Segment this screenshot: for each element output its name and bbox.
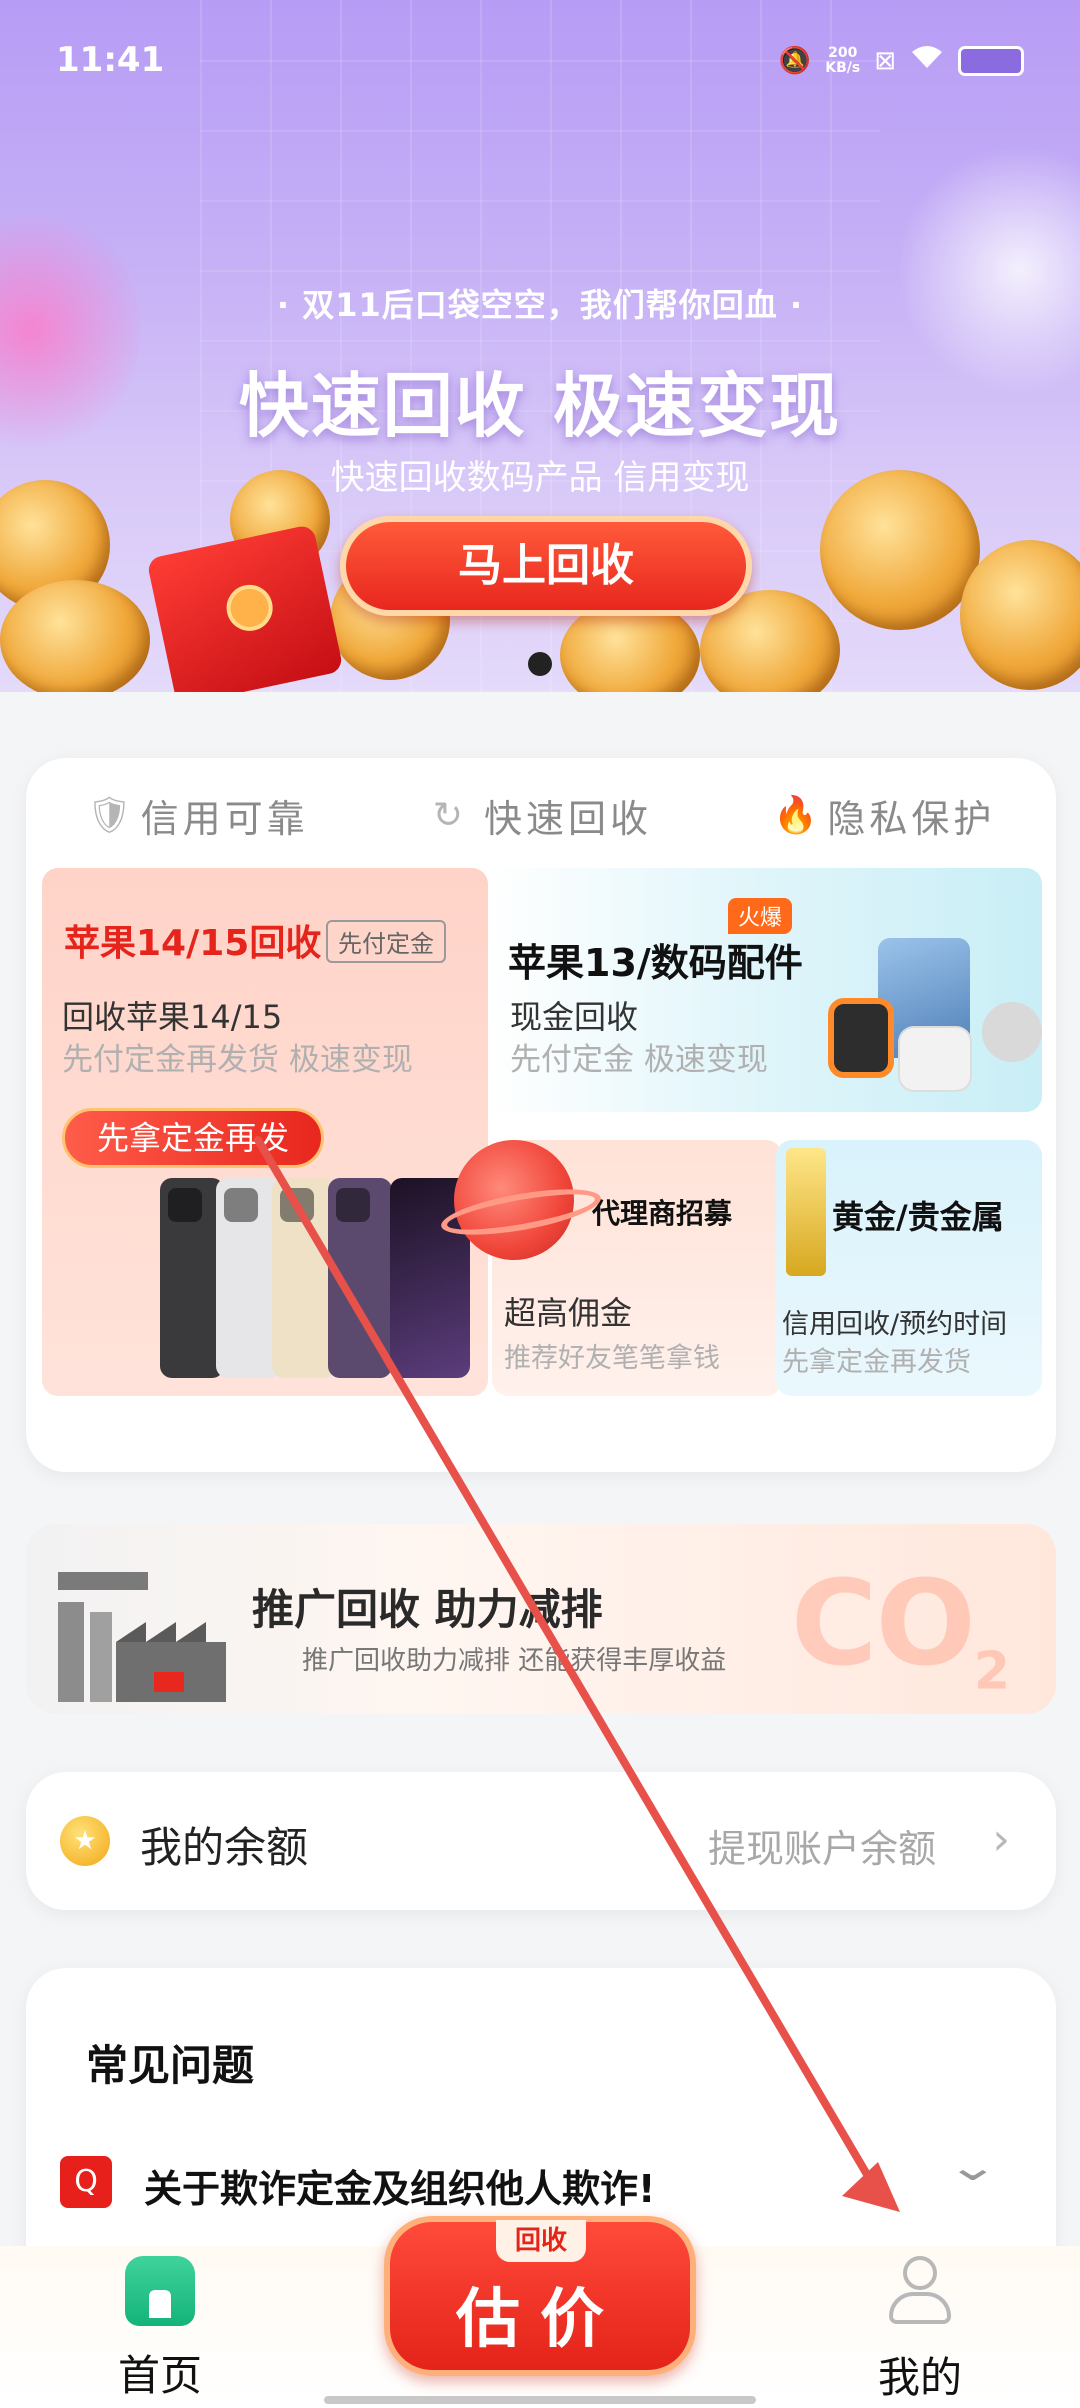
chevron-down-icon[interactable]: ⌄ xyxy=(946,2144,1000,2190)
banner-title: 快速回收 极速变现 xyxy=(238,365,842,447)
planet-mascot-icon xyxy=(454,1140,574,1260)
red-packet-seal xyxy=(222,580,277,636)
refresh-icon: ↻ xyxy=(432,794,468,836)
hero-banner[interactable]: 11:41 🔕 200 KB/s ⊠ · 双11后口袋空空，我们帮你回血 · 快… xyxy=(0,0,1080,692)
network-speed-value: 200 xyxy=(828,44,858,61)
user-icon xyxy=(887,2256,953,2328)
badge-label: 信用可靠 xyxy=(140,797,309,841)
chevron-right-icon: › xyxy=(992,1814,1010,1865)
tile-title: 黄金/贵金属 xyxy=(832,1198,1004,1236)
tile-title: 苹果14/15回收 xyxy=(64,923,322,964)
badge-label: 快速回收 xyxy=(483,797,652,841)
badge-privacy: 🔥 隐私保护 xyxy=(773,788,995,843)
trust-badges: 🛡 信用可靠 ↻ 快速回收 🔥 隐私保护 xyxy=(26,788,1056,843)
tile-line1: 超高佣金 xyxy=(504,1294,633,1332)
tile-title: 代理商招募 xyxy=(592,1197,733,1230)
tile-apple-13-accessories[interactable]: 火爆 苹果13/数码配件 现金回收 先付定金 极速变现 xyxy=(488,868,1042,1112)
red-packet-decoration xyxy=(146,523,344,692)
user-icon-body xyxy=(889,2292,951,2324)
phone-camera xyxy=(336,1188,370,1222)
eco-title: 推广回收 助力减排 xyxy=(252,1585,603,1634)
network-speed-unit: KB/s xyxy=(825,59,861,76)
estimate-top-label: 回收 xyxy=(496,2220,586,2262)
tile-apple-14-15[interactable]: 苹果14/15回收 先付定金 回收苹果14/15 先付定金再发货 极速变现 先拿… xyxy=(42,868,488,1396)
balance-coin-icon: ★ xyxy=(60,1816,110,1866)
feature-card: 🛡 信用可靠 ↻ 快速回收 🔥 隐私保护 苹果14/15回收 先付定金 回收苹果… xyxy=(26,758,1056,1472)
co2-watermark: CO2 xyxy=(790,1554,1010,1702)
hot-badge: 火爆 xyxy=(728,898,793,934)
flame-icon: 🔥 xyxy=(773,794,823,836)
my-balance-row[interactable]: ★ 我的余额 提现账户余额 › xyxy=(26,1772,1056,1910)
airpods-image xyxy=(900,1028,970,1090)
co2-subscript: 2 xyxy=(973,1641,1010,1702)
nav-home-label: 首页 xyxy=(117,2351,202,2400)
homepod-image xyxy=(982,1002,1042,1062)
battery-icon xyxy=(958,45,1024,76)
mute-bell-icon: 🔕 xyxy=(778,45,812,76)
co2-text: CO xyxy=(790,1554,976,1692)
home-icon xyxy=(125,2256,195,2326)
tile-line2: 推荐好友笔笔拿钱 xyxy=(504,1343,720,1374)
recycle-estimate-button[interactable]: 回收 估价 xyxy=(384,2216,696,2376)
phone-camera xyxy=(224,1188,258,1222)
wifi-icon xyxy=(910,44,944,77)
tile-line2: 先拿定金再发货 xyxy=(782,1347,971,1378)
tile-title: 苹果13/数码配件 xyxy=(508,941,803,985)
tile-gold-precious-metal[interactable]: 黄金/贵金属 信用回收/预约时间 先拿定金再发货 xyxy=(776,1140,1042,1396)
phone-image xyxy=(160,1178,224,1378)
iphone-lineup-image xyxy=(160,1178,488,1388)
banner-subtitle: · 双11后口袋空空，我们帮你回血 · xyxy=(276,286,804,324)
carousel-indicator[interactable] xyxy=(528,652,552,676)
eco-subtitle: 推广回收助力减排 还能获得丰厚收益 xyxy=(302,1646,727,1676)
balance-label: 我的余额 xyxy=(140,1823,309,1872)
tile-line2: 先付定金 极速变现 xyxy=(510,1042,768,1078)
sim-off-icon: ⊠ xyxy=(874,45,896,76)
recycle-now-button[interactable]: 马上回收 xyxy=(340,516,752,616)
status-icons: 🔕 200 KB/s ⊠ xyxy=(779,44,1024,77)
badge-label: 隐私保护 xyxy=(827,797,996,841)
phone-camera xyxy=(280,1188,314,1222)
phone-camera xyxy=(168,1188,202,1222)
deposit-tag: 先付定金 xyxy=(326,920,446,963)
home-indicator[interactable] xyxy=(324,2396,756,2404)
nav-me-label: 我的 xyxy=(877,2353,962,2402)
status-time: 11:41 xyxy=(56,40,165,80)
get-deposit-pill[interactable]: 先拿定金再发 xyxy=(62,1108,324,1168)
status-bar: 11:41 🔕 200 KB/s ⊠ xyxy=(0,0,1080,120)
shield-check-icon: 🛡 xyxy=(86,794,137,836)
phone-image xyxy=(216,1178,280,1378)
badge-reliable: 🛡 信用可靠 xyxy=(87,788,309,843)
watch-image xyxy=(828,998,894,1078)
tile-line1: 信用回收/预约时间 xyxy=(782,1309,1008,1340)
gold-coin-decoration xyxy=(0,580,150,692)
eco-promo-banner[interactable]: 推广回收 助力减排 推广回收助力减排 还能获得丰厚收益 CO2 xyxy=(26,1524,1056,1714)
gold-bar-image xyxy=(786,1148,826,1276)
network-speed: 200 KB/s xyxy=(825,44,861,76)
phone-image xyxy=(328,1178,392,1378)
faq-title: 常见问题 xyxy=(86,2041,255,2090)
question-mark-icon: Q xyxy=(60,2156,112,2208)
nav-home[interactable]: 首页 xyxy=(100,2256,220,2406)
nav-me[interactable]: 我的 xyxy=(860,2256,980,2406)
factory-icon xyxy=(58,1572,226,1702)
withdraw-balance-link[interactable]: 提现账户余额 xyxy=(708,1818,936,1873)
estimate-main-label: 估价 xyxy=(456,2283,624,2357)
banner-description: 快速回收数码产品 信用变现 xyxy=(330,458,750,498)
phone-image xyxy=(272,1178,336,1378)
tile-line1: 回收苹果14/15 xyxy=(62,998,283,1036)
user-icon-head xyxy=(903,2256,937,2290)
badge-fast: ↻ 快速回收 xyxy=(430,788,652,843)
tile-line1: 现金回收 xyxy=(510,998,639,1036)
faq-question: 关于欺诈定金及组织他人欺诈! xyxy=(144,2167,656,2211)
tile-line2: 先付定金再发货 极速变现 xyxy=(62,1042,413,1078)
